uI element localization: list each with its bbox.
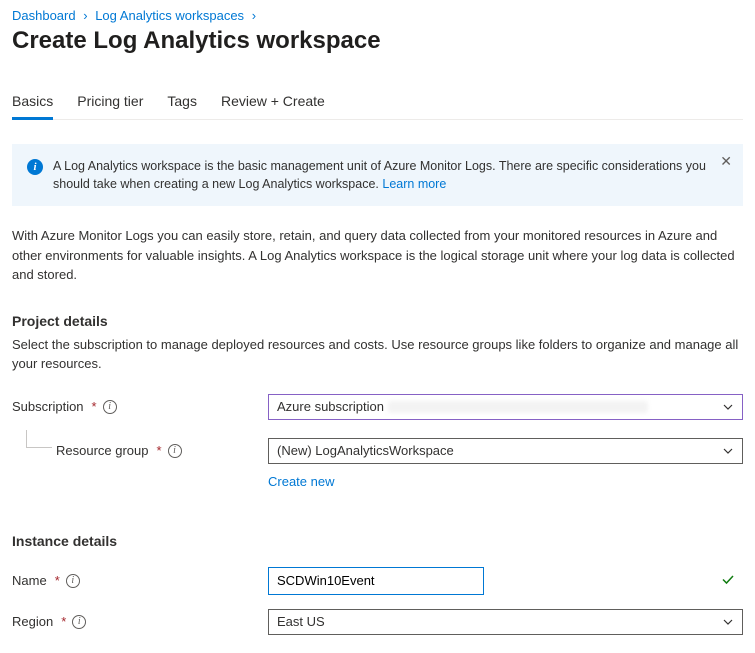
- chevron-down-icon: [722, 401, 734, 413]
- create-new-link[interactable]: Create new: [268, 474, 334, 489]
- info-banner-text: A Log Analytics workspace is the basic m…: [53, 157, 728, 193]
- region-value: East US: [277, 614, 325, 629]
- tree-connector: [26, 430, 52, 448]
- chevron-right-icon: ›: [252, 8, 256, 23]
- section-title-project-details: Project details: [12, 313, 743, 329]
- checkmark-icon: [721, 572, 735, 589]
- resource-group-value: (New) LogAnalyticsWorkspace: [277, 443, 454, 458]
- tab-review-create[interactable]: Review + Create: [221, 93, 325, 119]
- help-icon[interactable]: i: [103, 400, 117, 414]
- obscured-text: [388, 401, 648, 413]
- name-label: Name: [12, 573, 47, 588]
- breadcrumb-link-dashboard[interactable]: Dashboard: [12, 8, 76, 23]
- required-indicator: *: [157, 443, 162, 458]
- help-icon[interactable]: i: [168, 444, 182, 458]
- required-indicator: *: [61, 614, 66, 629]
- help-icon[interactable]: i: [72, 615, 86, 629]
- subscription-row: Subscription * i Azure subscription: [12, 394, 743, 420]
- tab-pricing-tier[interactable]: Pricing tier: [77, 93, 143, 119]
- page-title: Create Log Analytics workspace: [12, 27, 743, 55]
- region-label: Region: [12, 614, 53, 629]
- close-icon[interactable]: ✕: [720, 153, 732, 170]
- subscription-dropdown[interactable]: Azure subscription: [268, 394, 743, 420]
- learn-more-link[interactable]: Learn more: [382, 177, 446, 191]
- resource-group-dropdown[interactable]: (New) LogAnalyticsWorkspace: [268, 438, 743, 464]
- resource-group-label: Resource group: [56, 443, 149, 458]
- subscription-label: Subscription: [12, 399, 84, 414]
- section-subtitle-project-details: Select the subscription to manage deploy…: [12, 335, 743, 374]
- chevron-down-icon: [722, 445, 734, 457]
- required-indicator: *: [92, 399, 97, 414]
- name-input[interactable]: [268, 567, 484, 595]
- intro-text: With Azure Monitor Logs you can easily s…: [12, 226, 743, 285]
- breadcrumb-link-log-analytics-workspaces[interactable]: Log Analytics workspaces: [95, 8, 244, 23]
- subscription-value: Azure subscription: [277, 399, 384, 414]
- breadcrumb: Dashboard › Log Analytics workspaces ›: [12, 8, 743, 23]
- name-row: Name * i: [12, 567, 743, 595]
- chevron-down-icon: [722, 616, 734, 628]
- required-indicator: *: [55, 573, 60, 588]
- section-title-instance-details: Instance details: [12, 533, 743, 549]
- region-dropdown[interactable]: East US: [268, 609, 743, 635]
- region-row: Region * i East US: [12, 609, 743, 635]
- tab-basics[interactable]: Basics: [12, 93, 53, 119]
- create-new-wrap: Create new: [268, 474, 743, 489]
- chevron-right-icon: ›: [83, 8, 87, 23]
- info-icon: i: [27, 159, 43, 175]
- help-icon[interactable]: i: [66, 574, 80, 588]
- resource-group-row: Resource group * i (New) LogAnalyticsWor…: [12, 430, 743, 464]
- info-banner: i A Log Analytics workspace is the basic…: [12, 144, 743, 206]
- tab-bar: Basics Pricing tier Tags Review + Create: [12, 93, 743, 120]
- tab-tags[interactable]: Tags: [167, 93, 197, 119]
